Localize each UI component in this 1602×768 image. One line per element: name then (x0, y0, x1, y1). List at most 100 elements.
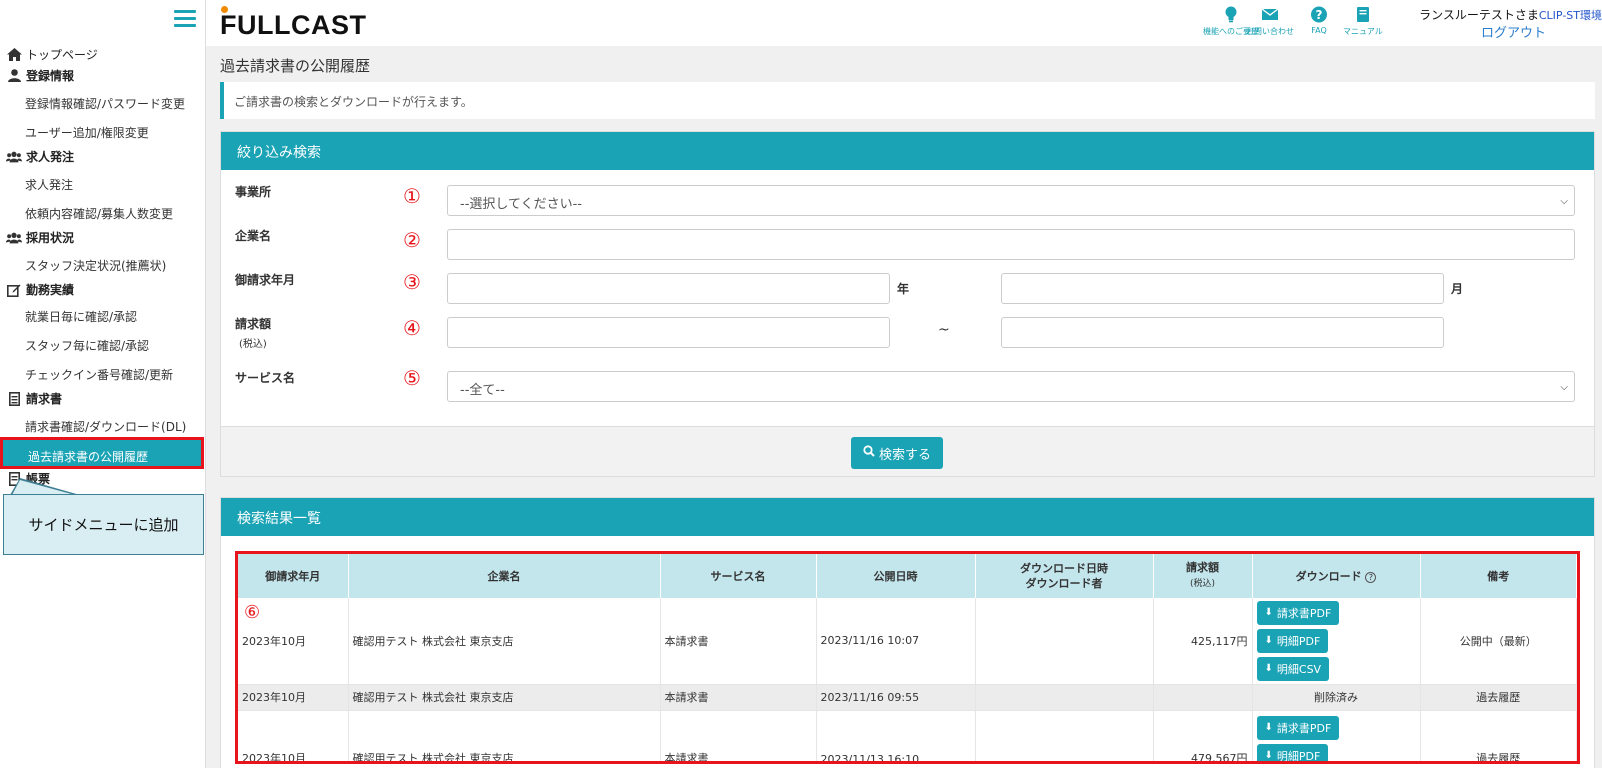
header: FULLCAST 機能へのご要望 お問い合わせ ? FAQ マニュアル ランスル… (206, 0, 1602, 46)
cell-published: 2023/11/16 10:07 (816, 598, 976, 685)
invoice-pdf-button[interactable]: ⬇ 請求書PDF (1256, 600, 1340, 625)
amount-max-input[interactable] (1001, 317, 1444, 348)
sidebar-item-invoice-history[interactable]: 過去請求書の公開履歴 (0, 437, 204, 469)
cell-download: ⬇ 請求書PDF ⬇ 明細PDF ⬇ 明細CSV (1252, 598, 1421, 685)
sidebar-item-users[interactable]: ユーザー追加/権限変更 (25, 124, 149, 141)
download-icon: ⬇ (1264, 607, 1273, 619)
environment-badge: CLIP-ST環境 (1538, 9, 1602, 22)
service-select[interactable]: --全て-- ⌵ (447, 371, 1575, 402)
download-icon: ⬇ (1264, 663, 1273, 675)
amount-label-sub: (税込) (239, 339, 267, 350)
cell-published: 2023/11/13 16:10 (816, 710, 976, 761)
company-label: 企業名 (235, 229, 272, 243)
users-icon (6, 150, 22, 164)
cell-company: 確認用テスト 株式会社 東京支店 (348, 598, 661, 685)
invoice-pdf-label: 請求書PDF (1276, 606, 1332, 620)
amount-label: 請求額 (税込) (235, 315, 271, 350)
cell-download: ⬇ 請求書PDF ⬇ 明細PDF (1252, 710, 1421, 761)
marker-4: ④ (403, 316, 421, 340)
user-name-text: ランスルーテストさま (1419, 8, 1539, 22)
contact-label: お問い合わせ (1246, 27, 1294, 36)
logout-link[interactable]: ログアウト (1481, 22, 1546, 41)
detail-csv-label: 明細CSV (1276, 662, 1322, 676)
col-company: 企業名 (348, 554, 661, 598)
sidebar-item-request-confirm[interactable]: 依頼内容確認/募集人数変更 (25, 205, 173, 222)
col-download-info: ダウンロード日時 ダウンロード者 (975, 554, 1154, 598)
download-icon: ⬇ (1264, 722, 1273, 733)
sidebar-section-label: 求人発注 (26, 150, 75, 164)
sidebar-section-attendance: 勤務実績 (6, 281, 74, 298)
sidebar-section-orders: 求人発注 (6, 148, 74, 165)
download-icon: ⬇ (1264, 750, 1273, 761)
manual-label: マニュアル (1343, 27, 1383, 36)
sidebar-item-staff-approve[interactable]: スタッフ毎に確認/承認 (25, 337, 149, 354)
amount-min-input[interactable] (447, 317, 890, 348)
cell-company: 確認用テスト 株式会社 東京支店 (348, 684, 661, 711)
sidebar-item-invoice-dl[interactable]: 請求書確認/ダウンロード(DL) (25, 418, 186, 435)
search-icon (863, 445, 875, 461)
svg-text:?: ? (1316, 8, 1323, 22)
sidebar-item-account[interactable]: 登録情報確認/パスワード変更 (25, 95, 185, 112)
logo-text: FULLCAST (220, 10, 367, 40)
fullcast-logo[interactable]: FULLCAST (220, 6, 367, 41)
sidebar-section-invoice: 請求書 (6, 390, 62, 407)
filter-heading: 絞り込み検索 (221, 132, 1594, 170)
invoice-pdf-button[interactable]: ⬇ 請求書PDF (1256, 715, 1340, 740)
detail-csv-button[interactable]: ⬇ 明細CSV (1256, 656, 1330, 681)
contact-button[interactable]: お問い合わせ (1246, 6, 1294, 37)
col-download-datetime: ダウンロード日時 (1020, 562, 1108, 575)
page-title: 過去請求書の公開履歴 (220, 57, 371, 75)
cell-month: 2023年10月 (238, 684, 349, 711)
cell-company: 確認用テスト 株式会社 東京支店 (348, 710, 661, 761)
range-separator: ~ (938, 322, 950, 338)
cell-downloaded (975, 710, 1154, 761)
col-download-label: ダウンロード (1295, 569, 1362, 583)
faq-button[interactable]: ? FAQ (1310, 6, 1328, 35)
month-unit: 月 (1451, 282, 1464, 296)
manual-button[interactable]: マニュアル (1343, 6, 1383, 37)
search-footer: 検索する (221, 426, 1594, 476)
detail-pdf-button[interactable]: ⬇ 明細PDF (1256, 628, 1329, 653)
marker-6: ⑥ (244, 602, 261, 623)
table-row: 2023年10月 確認用テスト 株式会社 東京支店 本請求書 2023/11/1… (238, 684, 1577, 711)
user-icon (6, 69, 22, 83)
service-select-value: --全て-- (460, 383, 505, 398)
sidebar-section-label: 登録情報 (26, 69, 75, 83)
cell-amount (1153, 684, 1253, 711)
marker-2: ② (403, 228, 421, 252)
chevron-down-icon: ⌵ (1560, 382, 1568, 393)
col-downloader: ダウンロード者 (1025, 577, 1103, 590)
cell-service: 本請求書 (660, 710, 817, 761)
company-input[interactable] (447, 229, 1575, 260)
lightbulb-icon (1222, 6, 1240, 23)
faq-label: FAQ (1311, 26, 1327, 35)
results-panel: 検索結果一覧 御請求年月 企業名 サービス名 公開日時 ダウンロード日時 ダウンロ… (220, 497, 1595, 768)
billing-month-label: 御請求年月 (235, 273, 296, 287)
year-input[interactable] (447, 273, 890, 304)
cell-published: 2023/11/16 09:55 (816, 684, 976, 711)
col-billing-month: 御請求年月 (238, 554, 349, 598)
col-note: 備考 (1420, 554, 1577, 598)
help-icon[interactable]: ? (1365, 571, 1377, 583)
detail-pdf-button[interactable]: ⬇ 明細PDF (1256, 743, 1329, 761)
sidebar-section-label: 採用状況 (26, 231, 75, 245)
search-button[interactable]: 検索する (851, 437, 943, 469)
marker-1: ① (403, 184, 421, 208)
cell-download-status: 削除済み (1252, 684, 1421, 711)
menu-toggle-icon[interactable] (174, 10, 196, 28)
sidebar-item-top[interactable]: トップページ (6, 46, 98, 63)
cell-note: 過去履歴 (1420, 710, 1577, 761)
home-icon (6, 48, 22, 62)
office-select-value: --選択してください-- (460, 197, 582, 212)
col-download: ダウンロード ? (1252, 554, 1421, 598)
sidebar-item-staff-status[interactable]: スタッフ決定状況(推薦状) (25, 257, 166, 274)
sidebar-item-daily-approve[interactable]: 就業日毎に確認/承認 (25, 308, 137, 325)
sidebar-item-order[interactable]: 求人発注 (25, 176, 73, 193)
office-select[interactable]: --選択してください-- ⌵ (447, 185, 1575, 216)
table-row: 2023年10月 確認用テスト 株式会社 東京支店 本請求書 2023/11/1… (238, 710, 1577, 761)
office-label: 事業所 (235, 185, 272, 199)
sidebar-item-checkin[interactable]: チェックイン番号確認/更新 (25, 366, 173, 383)
month-input[interactable] (1001, 273, 1444, 304)
cell-service: 本請求書 (660, 684, 817, 711)
sidebar-section-registration: 登録情報 (6, 67, 74, 84)
